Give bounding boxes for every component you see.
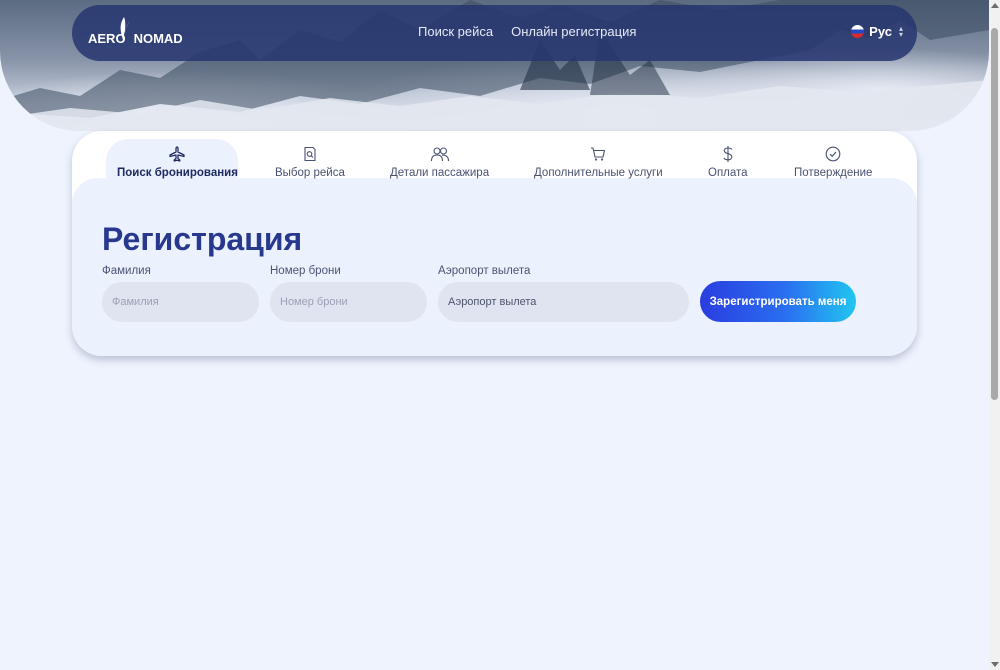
step-label: Поиск бронирования xyxy=(117,167,238,179)
scrollbar-thumb[interactable] xyxy=(991,28,998,400)
russia-flag-icon xyxy=(851,25,865,38)
step-flight-select[interactable]: Выбор рейса xyxy=(275,145,345,179)
page-title: Регистрация xyxy=(102,221,303,257)
logo[interactable]: AERO NOMAD xyxy=(88,17,183,49)
step-confirmation[interactable]: Потверждение xyxy=(794,145,872,179)
progress-steps: Поиск бронирования Выбор рейса Детали па… xyxy=(72,145,917,185)
step-label: Дополнительные услуги xyxy=(534,167,663,179)
scroll-down-icon[interactable] xyxy=(991,662,999,667)
nav-link-flight-search[interactable]: Поиск рейса xyxy=(418,24,493,39)
language-selector[interactable]: Рус ▴ ▾ xyxy=(851,24,903,39)
top-navbar: AERO NOMAD Поиск рейса Онлайн регистрация… xyxy=(72,5,917,61)
language-label: Рус xyxy=(869,24,892,39)
checkin-card: Поиск бронирования Выбор рейса Детали па… xyxy=(72,131,917,356)
step-booking-search[interactable]: Поиск бронирования xyxy=(117,145,238,179)
step-label: Потверждение xyxy=(794,167,873,179)
nav-links: Поиск рейса Онлайн регистрация xyxy=(418,24,636,39)
step-label: Детали пассажира xyxy=(390,167,490,179)
check-circle-icon xyxy=(825,145,841,163)
register-me-button[interactable]: Зарегистрировать меня xyxy=(700,281,856,322)
step-label: Оплата xyxy=(708,167,748,179)
document-search-icon xyxy=(302,145,318,163)
scrollbar[interactable] xyxy=(989,0,1000,670)
logo-text: AERO NOMAD xyxy=(88,31,183,46)
step-passenger-details[interactable]: Детали пассажира xyxy=(390,145,489,179)
surname-input[interactable] xyxy=(102,282,259,322)
passengers-icon xyxy=(430,145,450,163)
booking-number-input[interactable] xyxy=(270,282,427,322)
departure-airport-label: Аэропорт вылета xyxy=(438,265,531,277)
nav-link-online-checkin[interactable]: Онлайн регистрация xyxy=(511,24,636,39)
step-extra-services[interactable]: Дополнительные услуги xyxy=(534,145,663,179)
plane-icon xyxy=(169,145,186,163)
chevron-updown-icon: ▴ ▾ xyxy=(898,23,903,39)
step-label: Выбор рейса xyxy=(275,167,345,179)
dollar-icon xyxy=(722,145,734,163)
booking-number-label: Номер брони xyxy=(270,265,341,277)
departure-airport-input[interactable] xyxy=(438,282,689,322)
surname-label: Фамилия xyxy=(102,265,151,277)
scroll-up-icon[interactable] xyxy=(991,3,999,8)
cart-icon xyxy=(590,145,606,163)
step-payment[interactable]: Оплата xyxy=(708,145,748,179)
